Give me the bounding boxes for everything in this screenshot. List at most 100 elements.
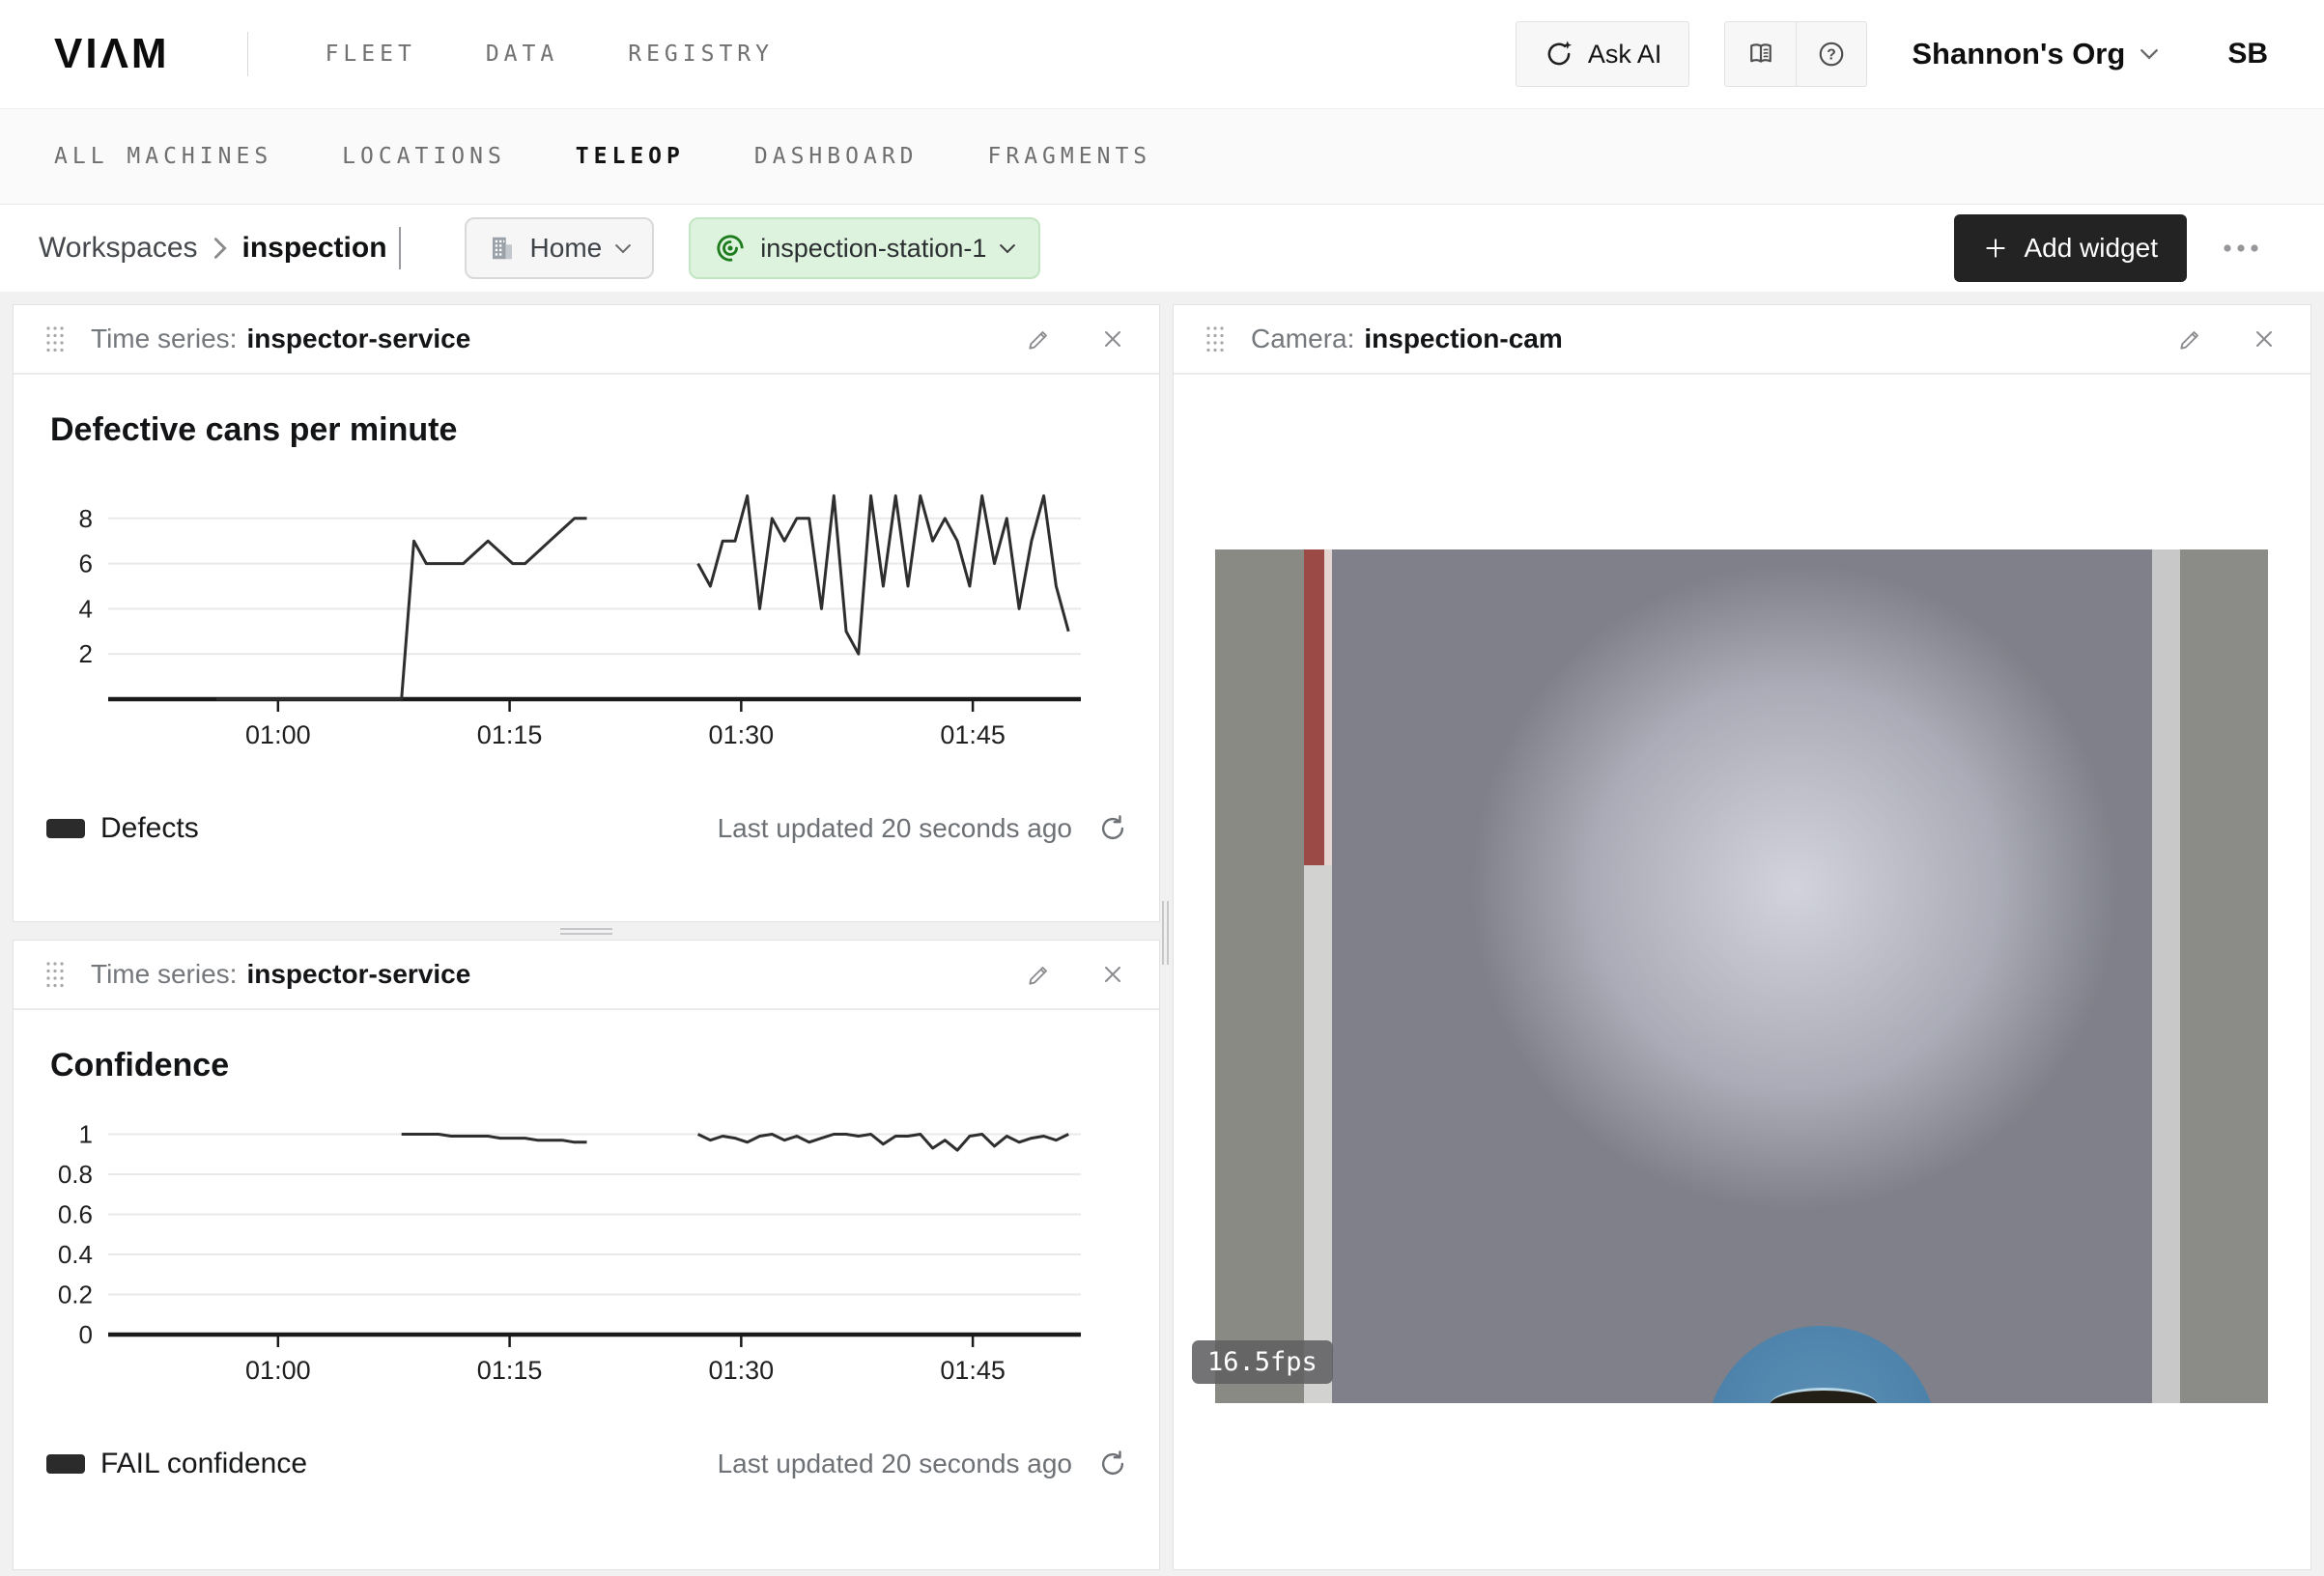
org-name: Shannon's Org [1912, 37, 2125, 71]
conveyor-left-rail [1215, 549, 1304, 1403]
svg-text:?: ? [1828, 47, 1837, 64]
svg-text:4: 4 [79, 594, 93, 623]
drag-handle-icon[interactable] [44, 324, 66, 354]
legend-label: FAIL confidence [100, 1448, 307, 1480]
last-updated: Last updated 20 seconds ago [718, 811, 1130, 846]
svg-text:01:15: 01:15 [477, 1356, 543, 1385]
close-icon [1099, 961, 1126, 988]
tab-fragments[interactable]: FRAGMENTS [988, 144, 1152, 169]
refresh-icon [1097, 813, 1128, 844]
breadcrumb-workspaces[interactable]: Workspaces [39, 232, 198, 265]
header-divider [247, 32, 248, 76]
refresh-button[interactable] [1095, 811, 1130, 846]
svg-text:01:30: 01:30 [709, 1356, 775, 1385]
legend-swatch [46, 1454, 85, 1474]
tab-teleop[interactable]: TELEOP [576, 144, 685, 169]
camera-scene-highlight [1370, 549, 2220, 1312]
row-resize-handle[interactable] [13, 922, 1160, 940]
fps-badge: 16.5fps [1192, 1340, 1333, 1384]
nav-registry[interactable]: REGISTRY [628, 42, 774, 67]
org-switcher[interactable]: Shannon's Org [1912, 37, 2158, 71]
add-widget-label: Add widget [2024, 233, 2158, 264]
tab-locations[interactable]: LOCATIONS [342, 144, 506, 169]
confidence-line-chart: 00.20.40.60.8101:0001:1501:3001:45 [33, 1105, 1134, 1429]
edit-widget-button[interactable] [1024, 324, 1055, 354]
add-widget-button[interactable]: Add widget [1954, 214, 2187, 282]
chevron-down-icon [615, 243, 631, 254]
column-resize-handle[interactable] [1162, 901, 1171, 965]
drag-handle-icon[interactable] [44, 959, 66, 990]
ask-ai-button[interactable]: Ask AI [1516, 21, 1690, 87]
close-widget-button[interactable] [1097, 324, 1128, 354]
overflow-menu-button[interactable] [2214, 236, 2268, 261]
pencil-icon [1026, 961, 1053, 988]
tab-all-machines[interactable]: ALL MACHINES [54, 144, 272, 169]
legend-swatch [46, 819, 85, 838]
nav-fleet[interactable]: FLEET [326, 42, 416, 67]
svg-text:1: 1 [79, 1119, 93, 1148]
svg-text:01:00: 01:00 [245, 1356, 311, 1385]
primary-nav: FLEET DATA REGISTRY [326, 42, 774, 67]
avatar[interactable]: SB [2227, 38, 2268, 70]
refresh-button[interactable] [1095, 1447, 1130, 1481]
plus-icon [1983, 236, 2008, 261]
camera-widget: Camera: inspection-cam [1173, 304, 2311, 1570]
svg-text:6: 6 [79, 549, 93, 578]
edit-widget-button[interactable] [1024, 959, 1055, 990]
viam-logo[interactable]: VIΛM [54, 30, 170, 78]
svg-text:0.4: 0.4 [58, 1240, 93, 1269]
svg-text:0.8: 0.8 [58, 1160, 93, 1189]
chart-legend: Defects [46, 812, 199, 845]
help-button-group: ? [1724, 21, 1867, 87]
svg-text:01:45: 01:45 [940, 1356, 1006, 1385]
camera-scene [1215, 549, 2268, 1403]
svg-text:0.6: 0.6 [58, 1199, 93, 1228]
top-header: VIΛM FLEET DATA REGISTRY Ask AI [0, 0, 2324, 108]
left-guide-stripe [1304, 865, 1332, 1403]
widget-header: Camera: inspection-cam [1174, 305, 2310, 375]
nav-data[interactable]: DATA [486, 42, 558, 67]
right-guide-stripe [2152, 549, 2180, 1403]
widget-type-label: Camera: [1251, 324, 1354, 354]
building-icon [488, 234, 517, 263]
last-updated-text: Last updated 20 seconds ago [718, 813, 1072, 844]
viam-teleop-app: VIΛM FLEET DATA REGISTRY Ask AI [0, 0, 2324, 1576]
close-widget-button[interactable] [2249, 324, 2280, 354]
edit-widget-button[interactable] [2175, 324, 2206, 354]
widget-type-label: Time series: [91, 959, 237, 990]
close-icon [1099, 325, 1126, 352]
pencil-icon [1026, 325, 1053, 352]
breadcrumb-caret [399, 227, 401, 269]
camera-video-frame: 16.5fps [1215, 549, 2268, 1403]
timeseries-widget-defects: Time series: inspector-service [13, 304, 1160, 922]
tab-dashboard[interactable]: DASHBOARD [754, 144, 919, 169]
last-updated-text: Last updated 20 seconds ago [718, 1449, 1072, 1479]
machine-selector[interactable]: inspection-station-1 [689, 217, 1040, 279]
svg-text:2: 2 [79, 639, 93, 668]
widget-header: Time series: inspector-service [14, 305, 1159, 375]
location-selector[interactable]: Home [465, 217, 655, 279]
camera-feed-container: 16.5fps [1174, 375, 2310, 1569]
widget-type-label: Time series: [91, 324, 237, 354]
machine-online-icon [714, 232, 747, 265]
docs-button[interactable] [1725, 22, 1796, 86]
svg-text:0: 0 [79, 1320, 93, 1349]
last-updated: Last updated 20 seconds ago [718, 1447, 1130, 1481]
red-marker-bar [1304, 549, 1324, 865]
refresh-icon [1097, 1449, 1128, 1479]
legend-label: Defects [100, 812, 199, 845]
help-button[interactable]: ? [1796, 22, 1866, 86]
timeseries-widget-confidence: Time series: inspector-service [13, 940, 1160, 1570]
widget-canvas: Time series: inspector-service [0, 292, 2324, 1576]
help-icon: ? [1817, 40, 1846, 69]
svg-text:01:30: 01:30 [709, 720, 775, 749]
breadcrumb-workspace-name[interactable]: inspection [242, 232, 387, 265]
ask-ai-label: Ask AI [1588, 40, 1662, 70]
drag-handle-icon[interactable] [1205, 324, 1226, 354]
conveyor-right-rail [2180, 549, 2268, 1403]
location-label: Home [530, 233, 603, 264]
ai-sparkle-icon [1544, 39, 1574, 70]
chart-legend: FAIL confidence [46, 1448, 307, 1480]
widget-footer: Defects Last updated 20 seconds ago [46, 807, 1130, 850]
close-widget-button[interactable] [1097, 959, 1128, 990]
